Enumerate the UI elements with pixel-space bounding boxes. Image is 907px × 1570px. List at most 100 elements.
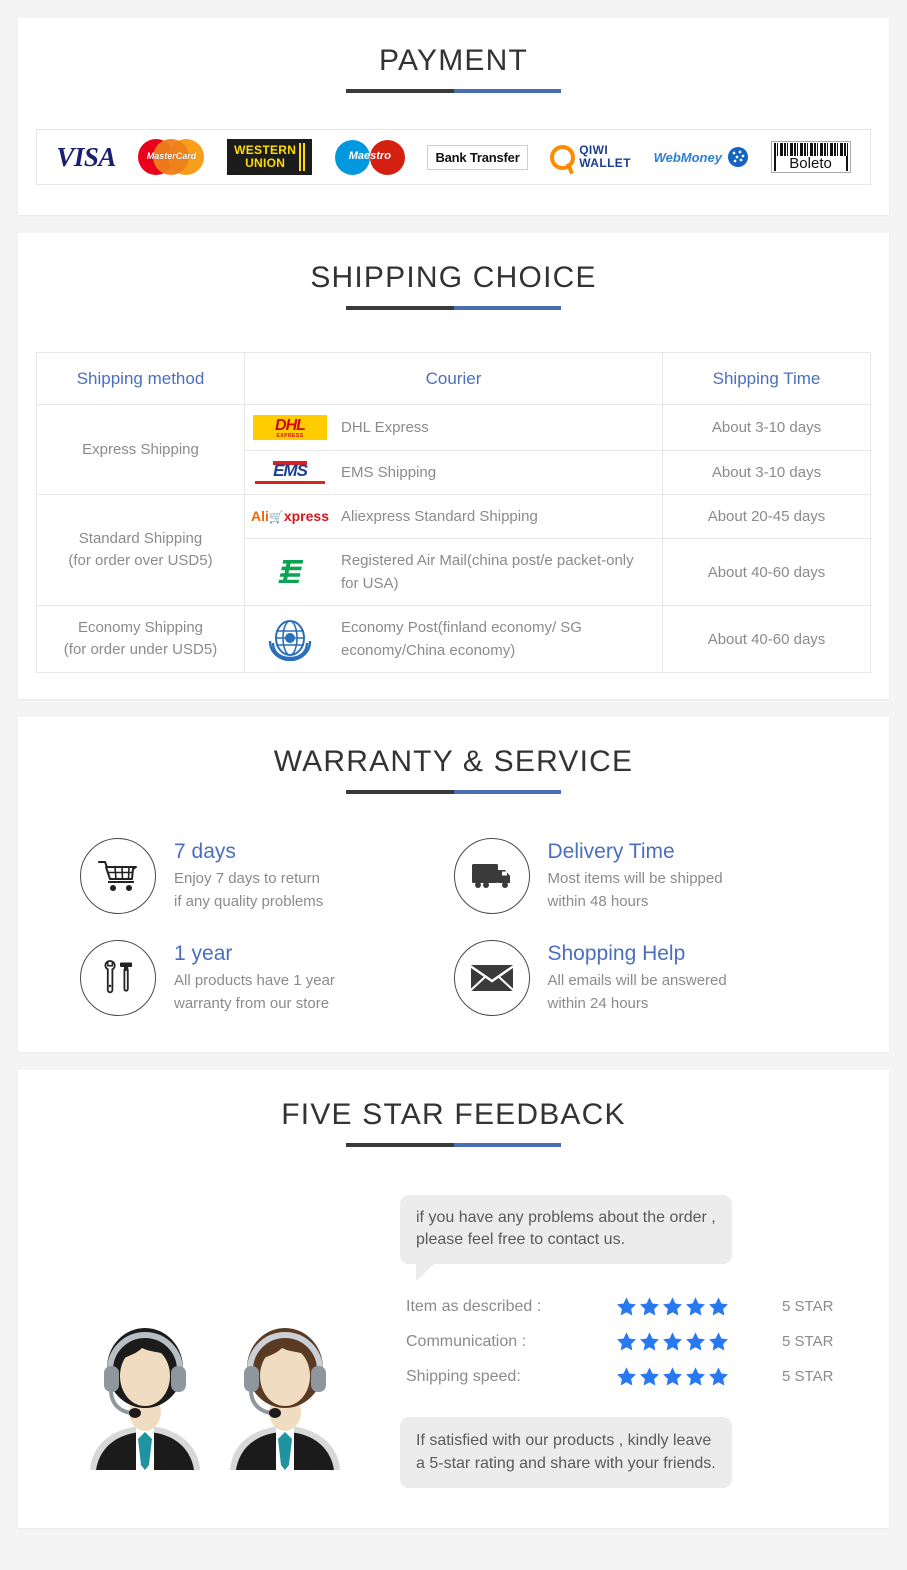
table-header-row: Shipping method Courier Shipping Time [36,352,871,405]
payment-section: PAYMENT VISA MasterCard WESTERN UNION Ma… [18,18,889,215]
delivery-truck-icon [453,838,530,914]
feedback-section: FIVE STAR FEEDBACK if you have any probl… [18,1070,889,1528]
rating-stars [616,1331,746,1352]
ali-cart-icon: 🛒 [268,509,284,524]
underline-dark-half [346,306,454,310]
bubble-line1: if you have any problems about the order… [416,1209,716,1226]
rating-value: 5 STAR [782,1368,834,1385]
method-line2: (for order under USD5) [63,641,218,658]
maestro-logo: Maestro [334,137,405,177]
bank-transfer-logo: Bank Transfer [427,144,528,170]
warranty-items-grid: 7 days Enjoy 7 days to return if any qua… [80,838,827,1016]
webmoney-logo: WebMoney [654,147,748,167]
rating-value: 5 STAR [782,1298,834,1315]
star-icon [686,1332,705,1351]
warranty-item-shopping-help: Shopping Help All emails will be answere… [453,940,828,1016]
rating-label: Communication : [406,1332,527,1350]
bubble-line1: If satisfied with our products , kindly … [416,1432,712,1449]
title-underline [346,89,561,93]
underline-dark-half [346,1143,454,1147]
courier-name: DHL Express [341,419,429,436]
warranty-item-desc-line2: if any quality problems [174,893,324,910]
cell-courier: DHL EXPRESS DHL Express [244,404,663,451]
visa-logo: VISA [56,142,116,173]
cell-shipping-method: Express Shipping [36,404,245,495]
shipping-section: SHIPPING CHOICE Shipping method Courier … [18,233,889,699]
table-row: Economy Shipping (for order under USD5) [36,605,871,673]
courier-name: EMS Shipping [341,464,437,481]
title-underline [346,1143,561,1147]
maestro-label: Maestro [348,150,391,162]
method-line1: Economy Shipping [77,619,204,636]
star-icon [617,1332,636,1351]
rating-label: Item as described : [406,1297,542,1315]
underline-blue-half [453,89,561,93]
section-title: FIVE STAR FEEDBACK [281,1098,626,1131]
bubble-line2: please feel free to contact us. [416,1231,626,1248]
cell-shipping-method: Standard Shipping (for order over USD5) [36,494,245,606]
star-icon [709,1297,728,1316]
star-icon [686,1367,705,1386]
warranty-heading: WARRANTY & SERVICE [18,745,889,794]
method-line1: Standard Shipping [78,530,203,547]
section-title: SHIPPING CHOICE [310,261,597,294]
dhl-wordmark: DHL [275,417,306,434]
feedback-heading: FIVE STAR FEEDBACK [18,1098,889,1147]
shipping-table: Shipping method Courier Shipping Time Ex… [36,352,871,673]
warranty-section: WARRANTY & SERVICE 7 days Enjoy 7 days t… [18,717,889,1052]
warranty-item-1-year: 1 year All products have 1 year warranty… [80,940,454,1016]
webmoney-label: WebMoney [653,149,722,165]
cell-shipping-time: About 40-60 days [662,538,871,606]
star-icon [663,1332,682,1351]
qiwi-wallet-logo: QIWI WALLET [550,144,631,170]
underline-blue-half [453,790,561,794]
courier-name: Registered Air Mail(china post/e packet-… [341,552,634,592]
courier-name: Aliexpress Standard Shipping [341,508,538,525]
ems-wordmark: EMS [273,461,308,480]
un-post-logo [253,617,327,661]
rating-label: Shipping speed: [406,1367,521,1385]
cell-courier: Economy Post(finland economy/ SG economy… [244,605,663,673]
dhl-subtext: EXPRESS [276,433,304,439]
ems-logo: EMS [253,461,327,484]
boleto-logo: Boleto [770,141,851,173]
star-icon [663,1367,682,1386]
warranty-item-title: 1 year [174,942,233,965]
dhl-logo: DHL EXPRESS [253,415,327,440]
mastercard-logo: MasterCard [138,137,205,177]
boleto-label: Boleto [773,156,848,171]
ali-text: Ali [251,507,269,524]
rating-row-shipping-speed: Shipping speed: 5 STAR [406,1366,867,1387]
express-text: xpress [283,507,329,524]
warranty-item-desc-line2: within 48 hours [547,893,649,910]
cell-shipping-method: Economy Shipping (for order under USD5) [36,605,245,673]
table-row: Standard Shipping (for order over USD5) … [36,494,871,606]
tools-icon [80,940,156,1016]
aliexpress-logo: Ali🛒xpress [251,507,329,525]
rating-value: 5 STAR [782,1333,834,1350]
star-icon [640,1367,659,1386]
section-title: WARRANTY & SERVICE [273,745,634,778]
warranty-item-title: 7 days [174,840,236,863]
title-underline [346,790,561,794]
rating-row-communication: Communication : 5 STAR [406,1331,867,1352]
ratings-list: Item as described : 5 STAR Communication… [406,1296,867,1387]
underline-blue-half [453,306,561,310]
underline-dark-half [346,790,454,794]
warranty-item-delivery-time: Delivery Time Most items will be shipped… [453,838,828,914]
western-union-line2: UNION [245,156,286,170]
cell-shipping-time: About 3-10 days [662,404,871,451]
star-icon [640,1332,659,1351]
cell-shipping-time: About 40-60 days [662,605,871,673]
star-icon [617,1367,636,1386]
visa-label: VISA [56,141,116,172]
warranty-item-desc-line2: within 24 hours [547,995,649,1012]
qiwi-circle-icon [550,144,576,170]
rating-row-item-as-described: Item as described : 5 STAR [406,1296,867,1317]
underline-blue-half [453,1143,561,1147]
qiwi-line2: WALLET [579,156,631,170]
cell-courier: Ali🛒xpress Aliexpress Standard Shipping [244,494,663,539]
cell-shipping-time: About 20-45 days [662,494,871,539]
payment-heading: PAYMENT [18,44,889,93]
star-icon [709,1332,728,1351]
